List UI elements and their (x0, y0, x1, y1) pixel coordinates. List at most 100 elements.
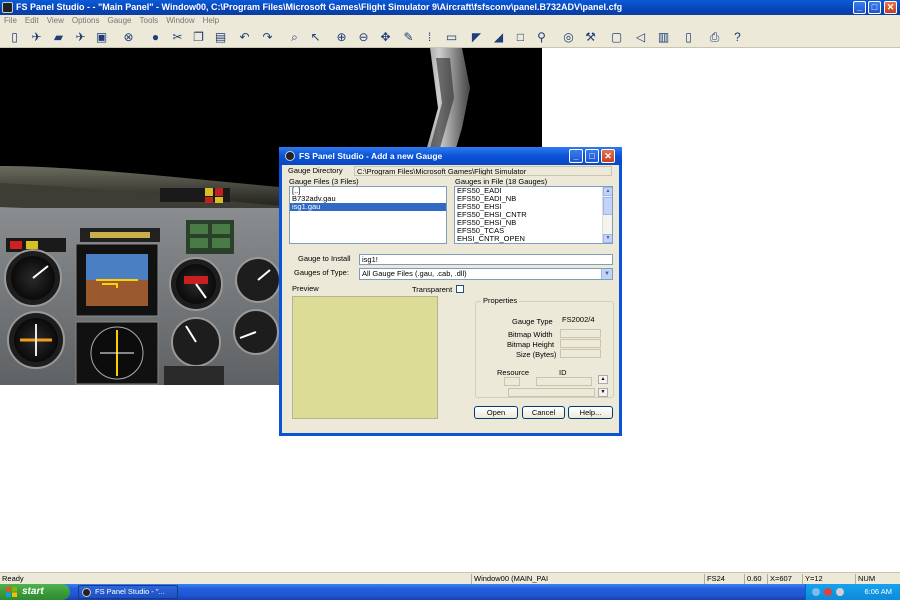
undo-icon[interactable]: ↶ (236, 29, 253, 46)
menu-help[interactable]: Help (199, 15, 223, 25)
copy-icon[interactable]: ❐ (190, 29, 207, 46)
gauge-item[interactable]: EHSI_CNTR_OPEN (455, 235, 612, 243)
new-file-icon[interactable]: ▯ (6, 29, 23, 46)
bitmap-height-label: Bitmap Height (507, 340, 555, 349)
id-label: ID (559, 368, 567, 377)
sound-icon[interactable]: ◁ (632, 29, 649, 46)
spin-down-icon[interactable]: ▼ (598, 388, 608, 397)
volume-icon[interactable] (836, 588, 844, 596)
properties-label: Properties (481, 296, 520, 305)
gauge-altimeter (169, 257, 223, 311)
menu-gauge[interactable]: Gauge (103, 15, 135, 25)
menu-view[interactable]: View (43, 15, 68, 25)
gauges-in-file-label: Gauges in File (18 Gauges) (455, 177, 548, 186)
start-label: start (22, 586, 44, 597)
open-folder-icon[interactable]: ▰ (50, 29, 67, 46)
paste-icon[interactable]: ▤ (212, 29, 229, 46)
open-button[interactable]: Open (474, 406, 518, 419)
status-bar: Ready Window00 (MAIN_PAI FS24 0.60 X=607… (0, 572, 900, 584)
taskbar-item-fs-panel-studio[interactable]: FS Panel Studio - "... (78, 585, 178, 599)
menu-tools[interactable]: Tools (136, 15, 163, 25)
grid-icon[interactable]: ⁞ (421, 29, 438, 46)
help-button[interactable]: Help... (568, 406, 613, 419)
menu-edit[interactable]: Edit (21, 15, 43, 25)
search-icon[interactable]: ⌕ (286, 29, 303, 46)
menu-file[interactable]: File (0, 15, 21, 25)
window-icon[interactable]: ▢ (608, 29, 625, 46)
gauge-airspeed (4, 249, 62, 307)
dialog-close-button[interactable]: ✕ (601, 149, 615, 163)
app-title-bar[interactable]: FS Panel Studio - - "Main Panel" - Windo… (0, 0, 900, 15)
gauge-files-label: Gauge Files (3 Files) (289, 177, 359, 186)
select-rect-icon[interactable]: ▭ (443, 29, 460, 46)
bitmap-width-field (560, 329, 601, 338)
gauge-files-list[interactable]: [..] B732adv.gau isg1.gau (289, 186, 447, 244)
gauge-type-label: Gauge Type (512, 317, 553, 326)
app-icon[interactable] (2, 2, 13, 13)
note-icon[interactable]: □ (512, 29, 529, 46)
resource-field (504, 377, 520, 386)
sphere-icon[interactable]: ● (147, 29, 164, 46)
gauge-file-item-selected[interactable]: isg1.gau (290, 203, 446, 211)
zoom-out-icon[interactable]: ⊖ (355, 29, 372, 46)
gauge-type-value: FS2002/4 (560, 315, 601, 326)
gauges-of-type-label: Gauges of Type: (294, 268, 349, 277)
dialog-title-bar[interactable]: FS Panel Studio - Add a new Gauge _ □ ✕ (279, 147, 622, 165)
gauges-in-file-list[interactable]: EFS50_EADI EFS50_EADI_NB EFS50_EHSI EFS5… (454, 186, 613, 244)
transparent-checkbox[interactable] (456, 285, 464, 293)
status-zoom: 0.60 (744, 574, 767, 584)
restore-button[interactable]: □ (868, 1, 881, 14)
gauge-link-icon[interactable]: ⚲ (533, 29, 550, 46)
dialog-maximize-button[interactable]: □ (585, 149, 599, 163)
minimize-button[interactable]: _ (853, 1, 866, 14)
menu-bar: File Edit View Options Gauge Tools Window Help (0, 15, 900, 27)
move-icon[interactable]: ✥ (377, 29, 394, 46)
windows-flag-icon (6, 587, 17, 597)
brush-icon[interactable]: ✎ (400, 29, 417, 46)
scroll-up-icon[interactable]: ▲ (603, 187, 612, 196)
scroll-thumb[interactable] (603, 197, 612, 215)
add-plane-icon[interactable]: ✈ (28, 29, 45, 46)
menu-window[interactable]: Window (162, 15, 198, 25)
close-button[interactable]: ✕ (884, 1, 897, 14)
stop-icon[interactable]: ⊗ (120, 29, 137, 46)
status-ready: Ready (2, 574, 24, 583)
help-icon[interactable]: ? (729, 29, 746, 46)
gauge-to-install-input[interactable]: isg1! (359, 254, 613, 265)
tools-icon[interactable]: ⚒ (582, 29, 599, 46)
corner-icon[interactable]: ◤ (468, 29, 485, 46)
start-button[interactable]: start (0, 584, 70, 600)
resource-list-field (508, 388, 595, 397)
preview-label: Preview (292, 284, 319, 293)
scissors-icon[interactable]: ✂ (169, 29, 186, 46)
zoom-in-icon[interactable]: ⊕ (333, 29, 350, 46)
chevron-down-icon[interactable]: ▼ (601, 269, 612, 279)
clock: 6:06 AM (864, 587, 892, 596)
bitmap-width-label: Bitmap Width (508, 330, 553, 339)
status-x: X=607 (767, 574, 801, 584)
dialog-minimize-button[interactable]: _ (569, 149, 583, 163)
cancel-button[interactable]: Cancel (522, 406, 565, 419)
network-icon[interactable] (812, 588, 820, 596)
redo-icon[interactable]: ↷ (259, 29, 276, 46)
save-icon[interactable]: ▣ (93, 29, 110, 46)
spin-up-icon[interactable]: ▲ (598, 375, 608, 384)
print-icon[interactable]: ⎙ (706, 29, 723, 46)
plane-icon[interactable]: ✈ (72, 29, 89, 46)
image-icon[interactable]: ▥ (655, 29, 672, 46)
needle-icon[interactable]: ◢ (490, 29, 507, 46)
status-fs: FS24 (704, 574, 742, 584)
gauges-list-scrollbar[interactable]: ▲ ▼ (602, 187, 612, 243)
document-icon[interactable]: ▯ (680, 29, 697, 46)
gauge-ias-bottom (171, 317, 221, 367)
menu-options[interactable]: Options (68, 15, 104, 25)
taskbar: start FS Panel Studio - "... 6:06 AM (0, 584, 900, 600)
add-gauge-dialog: FS Panel Studio - Add a new Gauge _ □ ✕ … (279, 147, 622, 436)
security-alert-icon[interactable] (824, 588, 832, 596)
gauges-of-type-select[interactable]: All Gauge Files (.gau, .cab, .dll) ▼ (359, 268, 613, 280)
resource-label: Resource (497, 368, 530, 377)
scroll-down-icon[interactable]: ▼ (603, 234, 612, 243)
pointer-icon[interactable]: ↖ (307, 29, 324, 46)
id-field (536, 377, 592, 386)
compass-icon[interactable]: ◎ (560, 29, 577, 46)
